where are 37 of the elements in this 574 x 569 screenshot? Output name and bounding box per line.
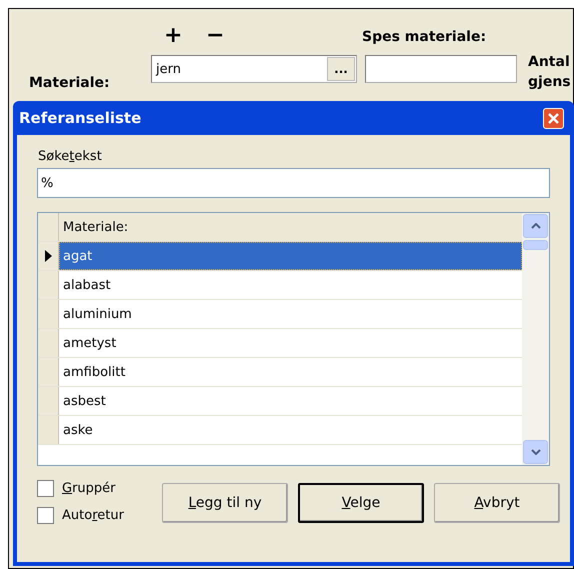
table-cell[interactable]: amfibolitt: [59, 358, 522, 386]
browse-button[interactable]: ...: [327, 57, 355, 81]
scrollbar[interactable]: [522, 213, 549, 465]
close-button[interactable]: [543, 108, 564, 128]
dialog-button[interactable]: Avbryt: [434, 483, 560, 523]
checkbox[interactable]: [37, 507, 54, 524]
spec-material-field[interactable]: [365, 55, 517, 83]
search-label: Søketekst: [38, 149, 103, 164]
scroll-up-button[interactable]: [523, 214, 548, 238]
field-label: Materiale:: [29, 75, 110, 91]
checkbox-label: Autoretur: [62, 508, 124, 523]
field-label: Spes materiale:: [362, 29, 486, 45]
chevron-down-icon: [530, 449, 540, 455]
field-label: gjens: [528, 74, 571, 90]
checkbox[interactable]: [37, 480, 54, 497]
table-cell[interactable]: asbest: [59, 387, 522, 415]
table-cell[interactable]: agat: [59, 242, 522, 270]
close-icon: [547, 112, 560, 124]
material-field[interactable]: jern ...: [151, 55, 357, 83]
row-header[interactable]: [38, 242, 59, 270]
add-button[interactable]: +: [164, 25, 182, 47]
scroll-down-button[interactable]: [523, 440, 548, 464]
table-cell[interactable]: ametyst: [59, 329, 522, 357]
remove-button[interactable]: −: [206, 25, 224, 47]
field-label: Antal: [528, 54, 570, 70]
dialog-title: Referanseliste: [19, 109, 142, 127]
dialog-button[interactable]: Legg til ny: [162, 483, 288, 523]
table-cell[interactable]: aske: [59, 416, 522, 444]
table-cell[interactable]: alabast: [59, 271, 522, 299]
checkbox-label: Gruppér: [62, 481, 116, 496]
scroll-thumb[interactable]: [523, 240, 548, 250]
dialog-button[interactable]: Velge: [298, 483, 424, 523]
row-pointer-icon: [44, 250, 52, 262]
table-cell[interactable]: aluminium: [59, 300, 522, 328]
search-field[interactable]: %: [37, 168, 550, 198]
column-header: Materiale:: [59, 213, 522, 241]
chevron-up-icon: [530, 223, 540, 229]
